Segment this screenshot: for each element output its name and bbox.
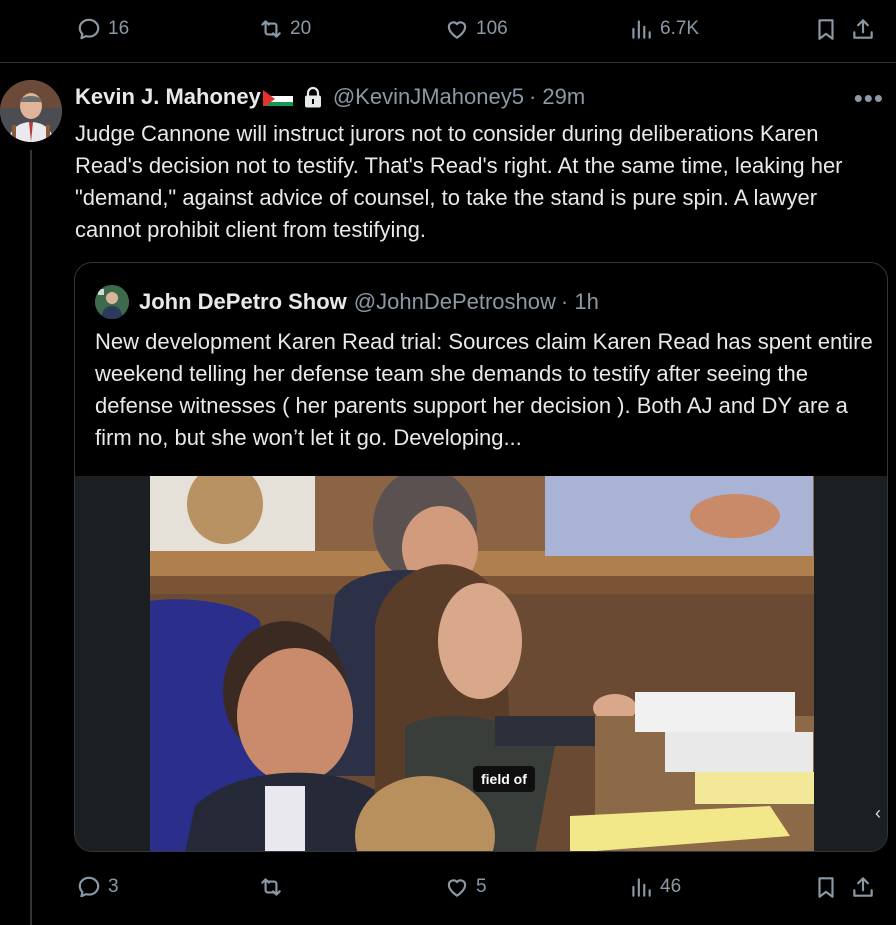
lock-icon [303, 86, 323, 108]
retweet-count: 20 [290, 18, 312, 39]
avatar[interactable] [0, 80, 62, 142]
share-icon [853, 19, 873, 39]
tweet-text: Judge Cannone will instruct jurors not t… [75, 121, 843, 242]
tweet-header: Kevin J. Mahoney @KevinJMahoney5 · 29m [75, 84, 585, 110]
retweet-icon [261, 20, 281, 38]
share-icon [853, 877, 873, 897]
bookmark-icon [818, 877, 834, 898]
more-options-button[interactable]: ••• [854, 85, 884, 111]
quoted-tweet-header: John DePetro Show @JohnDePetroshow · 1h [95, 285, 599, 319]
bookmark-button[interactable] [813, 874, 839, 900]
quoted-tweet[interactable]: John DePetro Show @JohnDePetroshow · 1h … [74, 262, 888, 852]
quoted-tweet-media[interactable]: field of ‹ [75, 476, 887, 851]
thread-line [30, 150, 32, 925]
share-button[interactable] [850, 16, 876, 42]
author-handle[interactable]: @KevinJMahoney5 [333, 84, 524, 110]
reply-button[interactable]: 3 [76, 874, 119, 900]
like-count: 5 [476, 876, 487, 897]
reply-count: 3 [108, 876, 119, 897]
top-action-bar: 16 20 106 6.7K [0, 8, 896, 48]
views-count: 6.7K [660, 18, 700, 39]
retweet-button[interactable] [258, 874, 290, 900]
author-name[interactable]: Kevin J. Mahoney [75, 84, 261, 110]
quoted-author-name[interactable]: John DePetro Show [139, 289, 347, 315]
heart-icon [447, 21, 467, 39]
bottom-action-bar: 3 5 46 [0, 866, 896, 906]
quoted-tweet-time[interactable]: · 1h [561, 289, 599, 315]
bookmark-icon [818, 19, 834, 40]
reply-icon [78, 18, 100, 40]
reply-icon [78, 876, 100, 898]
media-label-badge: field of [473, 766, 535, 792]
share-button[interactable] [850, 874, 876, 900]
bookmark-button[interactable] [813, 16, 839, 42]
reply-button[interactable]: 16 [76, 16, 129, 42]
courtroom-photo [75, 476, 887, 851]
like-count: 106 [476, 18, 508, 39]
divider [0, 62, 896, 63]
views-button[interactable]: 6.7K [628, 16, 699, 42]
reply-count: 16 [108, 18, 130, 39]
palestine-flag-icon [262, 88, 293, 106]
heart-icon [447, 879, 467, 897]
quoted-tweet-text: New development Karen Read trial: Source… [95, 329, 873, 450]
quoted-author-handle[interactable]: @JohnDePetroshow [354, 289, 556, 315]
views-count: 46 [660, 876, 682, 897]
views-button[interactable]: 46 [628, 874, 681, 900]
like-button[interactable]: 5 [444, 874, 487, 900]
views-icon [632, 20, 651, 39]
views-icon [632, 878, 651, 897]
media-prev-arrow[interactable]: ‹ [875, 803, 881, 824]
retweet-button[interactable]: 20 [258, 16, 311, 42]
quoted-avatar [95, 285, 129, 319]
retweet-icon [261, 878, 281, 896]
tweet-time[interactable]: · 29m [529, 84, 585, 110]
like-button[interactable]: 106 [444, 16, 508, 42]
